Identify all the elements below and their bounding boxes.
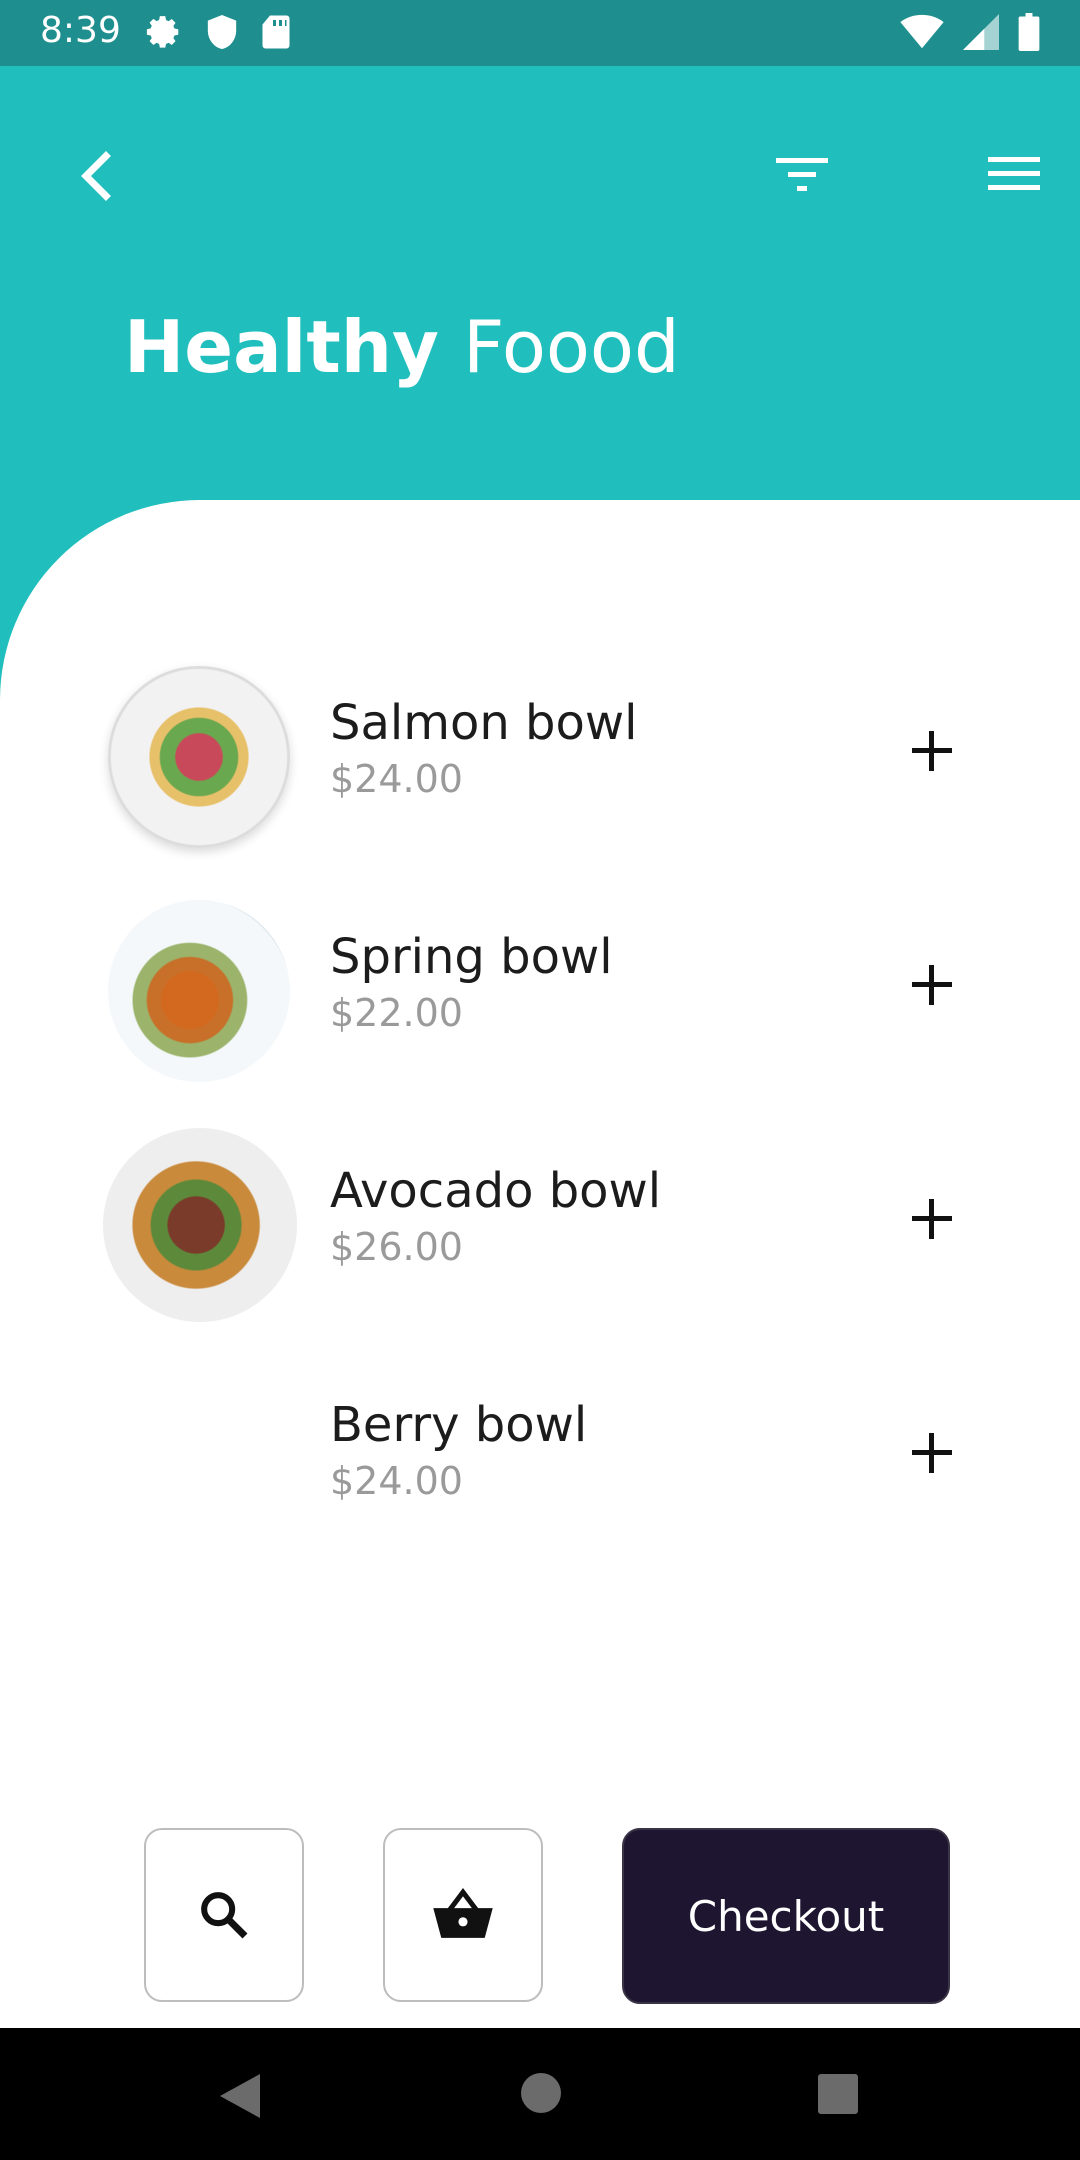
basket-icon	[433, 1887, 493, 1938]
wifi-icon	[900, 14, 944, 49]
food-price: $26.00	[330, 1225, 463, 1269]
avocado-bowl-image	[103, 1128, 297, 1322]
nav-back-icon[interactable]	[218, 2072, 262, 2120]
page-title-light: Foood	[462, 305, 680, 389]
food-name: Berry bowl	[330, 1397, 588, 1453]
back-button[interactable]	[68, 146, 128, 206]
status-icons-right	[900, 13, 1040, 51]
plus-icon	[912, 731, 952, 771]
add-button[interactable]	[900, 719, 964, 783]
settings-icon	[146, 16, 179, 48]
page-title-bold: Healthy	[124, 305, 439, 389]
search-icon	[201, 1892, 248, 1939]
filter-button[interactable]	[772, 150, 832, 200]
add-button[interactable]	[900, 953, 964, 1017]
food-price: $22.00	[330, 991, 463, 1035]
food-price: $24.00	[330, 757, 463, 801]
food-price: $24.00	[330, 1459, 463, 1503]
nav-recents-icon[interactable]	[818, 2074, 858, 2114]
status-time: 8:39	[40, 10, 121, 51]
food-name: Avocado bowl	[330, 1163, 662, 1219]
plus-icon	[912, 1433, 952, 1473]
shield-icon	[207, 15, 237, 49]
signal-icon	[963, 14, 999, 50]
status-bar: 8:39	[0, 0, 1080, 66]
add-button[interactable]	[900, 1187, 964, 1251]
basket-button[interactable]	[383, 1828, 543, 2002]
plus-icon	[912, 1199, 952, 1239]
food-name: Salmon bowl	[330, 695, 638, 751]
salmon-bowl-image	[108, 666, 290, 848]
search-button[interactable]	[144, 1828, 304, 2002]
food-item-berry-bowl[interactable]: Berry bowl $24.00	[0, 1359, 1080, 1559]
battery-icon	[1018, 13, 1040, 51]
system-nav-bar	[0, 2028, 1080, 2160]
menu-button[interactable]	[986, 150, 1042, 200]
food-name: Spring bowl	[330, 929, 613, 985]
status-icons-left	[145, 13, 291, 51]
food-item-spring-bowl[interactable]: Spring bowl $22.00	[0, 891, 1080, 1091]
page-title: Healthy Foood	[124, 305, 680, 389]
food-item-avocado-bowl[interactable]: Avocado bowl $26.00	[0, 1125, 1080, 1325]
nav-home-icon[interactable]	[520, 2072, 562, 2114]
app-header	[0, 140, 1080, 210]
food-item-salmon-bowl[interactable]: Salmon bowl $24.00	[0, 657, 1080, 857]
checkout-button[interactable]: Checkout	[622, 1828, 950, 2004]
back-arrow-icon	[81, 151, 111, 201]
add-button[interactable]	[900, 1421, 964, 1485]
plus-icon	[912, 965, 952, 1005]
menu-icon	[988, 157, 1040, 190]
food-list-panel: Salmon bowl $24.00 Spring bowl $22.00 Av…	[0, 500, 1080, 2030]
filter-icon	[776, 158, 828, 191]
sd-card-icon	[262, 15, 290, 49]
spring-bowl-image	[108, 900, 290, 1082]
